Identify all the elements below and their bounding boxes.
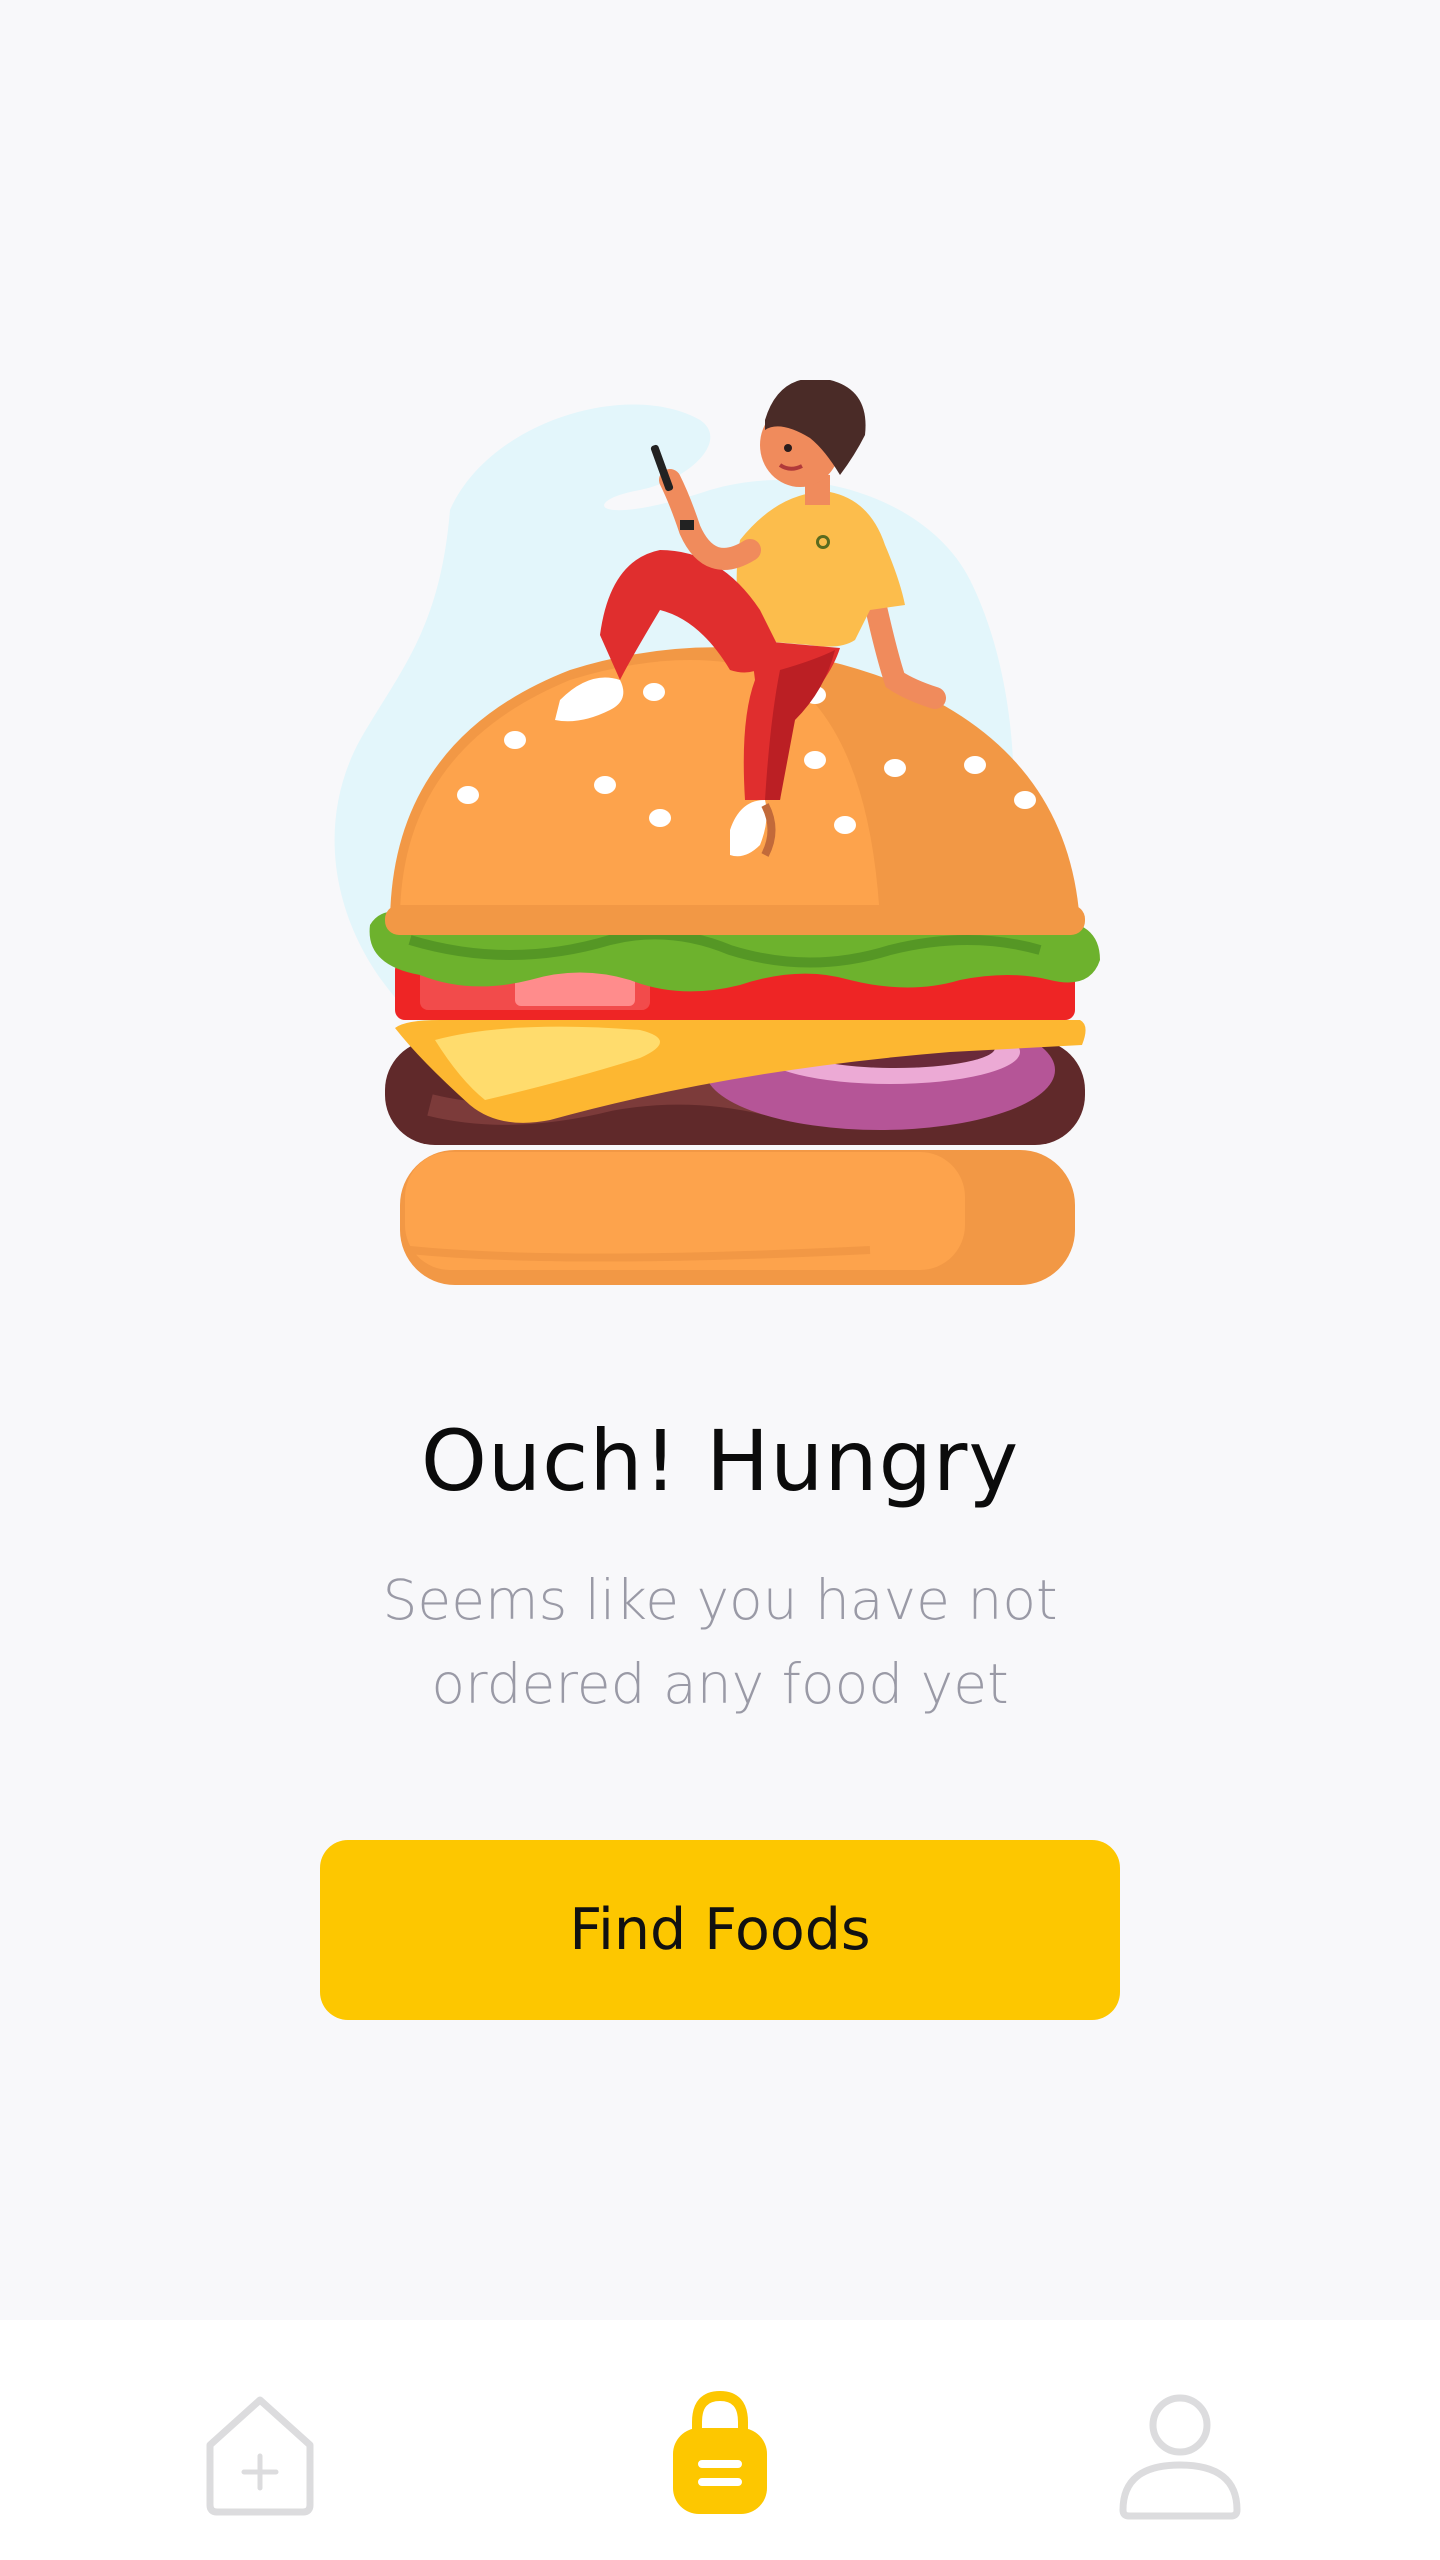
empty-state-subtitle: Seems like you have not ordered any food… <box>382 1568 1058 1716</box>
user-icon <box>1119 2394 1241 2520</box>
empty-state-title: Ouch! Hungry <box>420 1412 1020 1510</box>
orders-screen: Ouch! Hungry Seems like you have not ord… <box>0 0 1440 2320</box>
home-add-icon <box>206 2396 314 2516</box>
burger-illustration <box>334 380 1100 1285</box>
shopping-bag-icon <box>673 2390 767 2514</box>
nav-orders[interactable] <box>640 2375 800 2535</box>
bottom-navigation <box>0 2320 1440 2560</box>
nav-profile[interactable] <box>1100 2375 1260 2535</box>
nav-home[interactable] <box>180 2375 340 2535</box>
find-foods-button[interactable]: Find Foods <box>320 1840 1120 2020</box>
bottom-bun <box>400 1150 1075 1285</box>
find-foods-button-label: Find Foods <box>569 1897 871 1963</box>
